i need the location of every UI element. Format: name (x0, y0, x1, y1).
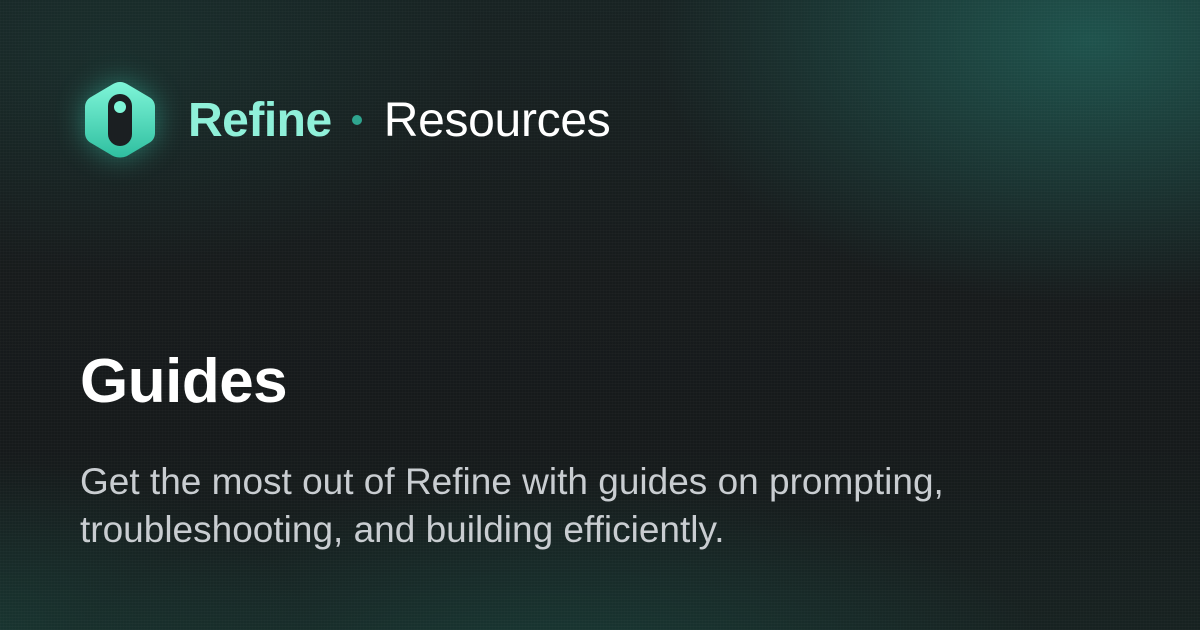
section-name: Resources (383, 93, 611, 147)
page-title: Guides (80, 347, 288, 416)
separator-dot (351, 115, 362, 125)
page-description: Get the most out of Refine with guides o… (80, 461, 944, 550)
header: Refine Resources (78, 78, 611, 162)
refine-logo-icon (78, 78, 162, 162)
brand-name: Refine (188, 93, 332, 147)
